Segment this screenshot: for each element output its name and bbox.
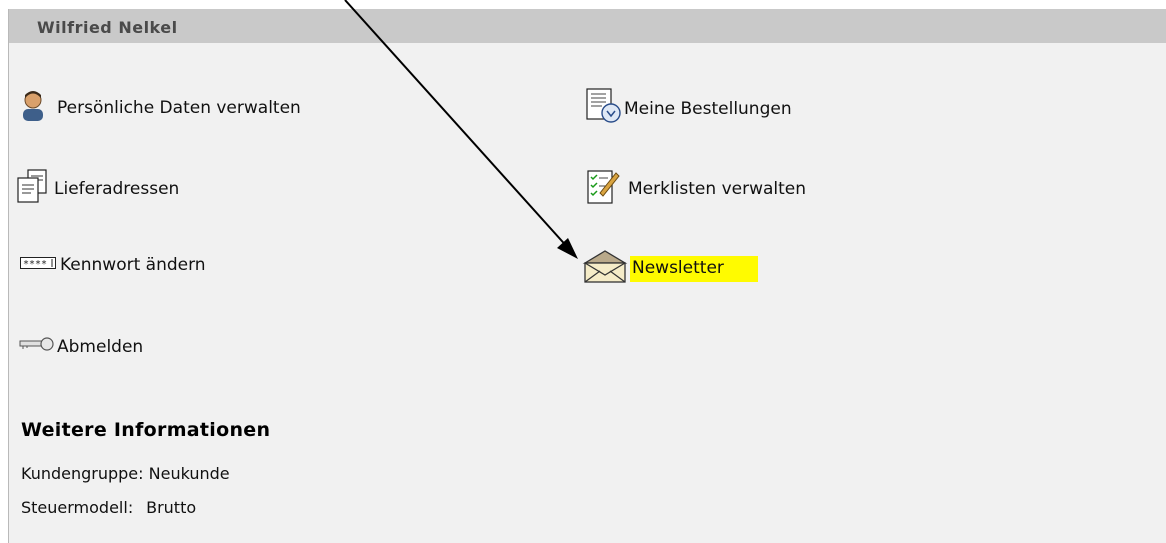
panel-header: Wilfried Nelkel [9,9,1166,43]
user-name: Wilfried Nelkel [37,18,178,37]
menu-item-my-orders[interactable]: Meine Bestellungen [584,88,792,129]
account-panel: Wilfried Nelkel Persönliche Daten verwal… [8,9,1166,543]
menu-item-label: Persönliche Daten verwalten [57,97,301,118]
menu-item-wishlists[interactable]: Merklisten verwalten [586,167,806,210]
info-key: Kundengruppe: [21,464,144,483]
password-icon: **** [20,255,56,275]
envelope-icon [582,249,628,288]
menu-item-change-password[interactable]: **** Kennwort ändern [20,255,206,275]
person-icon [19,89,47,126]
menu-item-personal-data[interactable]: Persönliche Daten verwalten [19,89,301,126]
menu-item-label: Newsletter [630,255,758,282]
checklist-icon [586,167,620,210]
info-value: Neukunde [148,464,230,483]
menu-item-label: Kennwort ändern [60,255,206,275]
info-value: Brutto [146,498,197,517]
info-row-tax-model: Steuermodell: Brutto [21,498,196,517]
menu-item-label: Meine Bestellungen [624,98,792,119]
menu-item-label: Abmelden [57,336,144,357]
section-title: Weitere Informationen [21,419,271,441]
menu-item-newsletter[interactable]: Newsletter [582,249,758,288]
key-icon [19,336,55,357]
info-row-customer-group: Kundengruppe: Neukunde [21,464,230,483]
menu-item-delivery-addresses[interactable]: Lieferadressen [16,169,179,208]
address-document-icon [16,169,50,208]
svg-text:****: **** [23,259,47,270]
menu-item-logout[interactable]: Abmelden [19,336,143,357]
orders-icon [584,88,622,129]
info-key: Steuermodell: [21,498,134,517]
menu-item-label: Lieferadressen [54,178,180,199]
menu-item-label: Merklisten verwalten [628,178,807,199]
